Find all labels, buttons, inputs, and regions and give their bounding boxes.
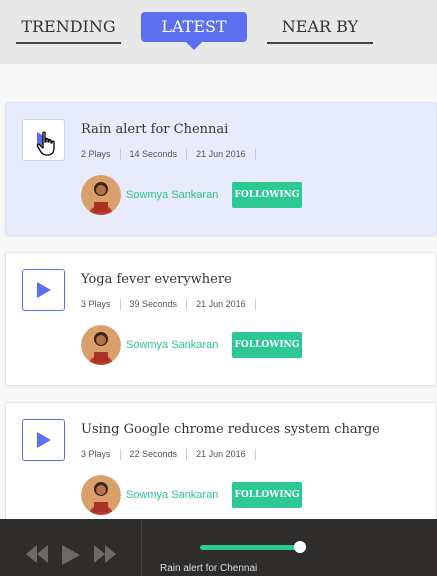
card-meta: 2 Plays 14 Seconds 21 Jun 2016 <box>81 149 256 160</box>
divider <box>141 519 142 576</box>
following-button[interactable]: FOLLOWING <box>232 332 302 358</box>
card-title: Rain alert for Chennai <box>81 122 229 137</box>
following-button[interactable]: FOLLOWING <box>232 182 302 208</box>
avatar[interactable] <box>81 175 121 215</box>
card-meta: 3 Plays 39 Seconds 21 Jun 2016 <box>81 299 256 310</box>
card-meta: 3 Plays 22 Seconds 21 Jun 2016 <box>81 449 256 460</box>
audio-player: Rain alert for Chennai <box>0 519 437 576</box>
feed-list: Rain alert for Chennai 2 Plays 14 Second… <box>0 64 437 519</box>
author-name[interactable]: Sowmya Sankaran <box>126 339 218 351</box>
duration: 22 Seconds <box>121 449 188 460</box>
date: 21 Jun 2016 <box>187 149 256 160</box>
avatar[interactable] <box>81 475 121 515</box>
play-icon <box>37 282 51 298</box>
feed-card[interactable]: Rain alert for Chennai 2 Plays 14 Second… <box>5 102 437 236</box>
feed-card[interactable]: Yoga fever everywhere 3 Plays 39 Seconds… <box>5 252 437 386</box>
play-count: 3 Plays <box>81 449 121 460</box>
card-title: Yoga fever everywhere <box>81 272 232 287</box>
duration: 14 Seconds <box>121 149 188 160</box>
forward-icon[interactable] <box>94 545 116 563</box>
hand-cursor-icon <box>36 131 55 156</box>
tab-trending[interactable]: TRENDING <box>16 14 121 44</box>
progress-handle[interactable] <box>294 541 306 553</box>
rewind-icon[interactable] <box>26 545 48 563</box>
tab-latest[interactable]: LATEST <box>141 12 247 50</box>
play-button[interactable] <box>22 119 65 161</box>
feed-card[interactable]: Using Google chrome reduces system charg… <box>5 402 437 519</box>
duration: 39 Seconds <box>121 299 188 310</box>
now-playing-title: Rain alert for Chennai <box>160 563 258 574</box>
progress-bar[interactable] <box>200 545 300 550</box>
author-name[interactable]: Sowmya Sankaran <box>126 189 218 201</box>
card-title: Using Google chrome reduces system charg… <box>81 422 380 437</box>
following-button[interactable]: FOLLOWING <box>232 482 302 508</box>
play-count: 2 Plays <box>81 149 121 160</box>
avatar[interactable] <box>81 325 121 365</box>
play-count: 3 Plays <box>81 299 121 310</box>
date: 21 Jun 2016 <box>187 299 256 310</box>
author-name[interactable]: Sowmya Sankaran <box>126 489 218 501</box>
date: 21 Jun 2016 <box>187 449 256 460</box>
play-button[interactable] <box>22 269 65 311</box>
play-icon <box>37 432 51 448</box>
play-icon[interactable] <box>62 545 80 565</box>
play-button[interactable] <box>22 419 65 461</box>
tab-nearby[interactable]: NEAR BY <box>267 14 373 44</box>
tab-bar: TRENDING LATEST NEAR BY <box>0 0 437 64</box>
